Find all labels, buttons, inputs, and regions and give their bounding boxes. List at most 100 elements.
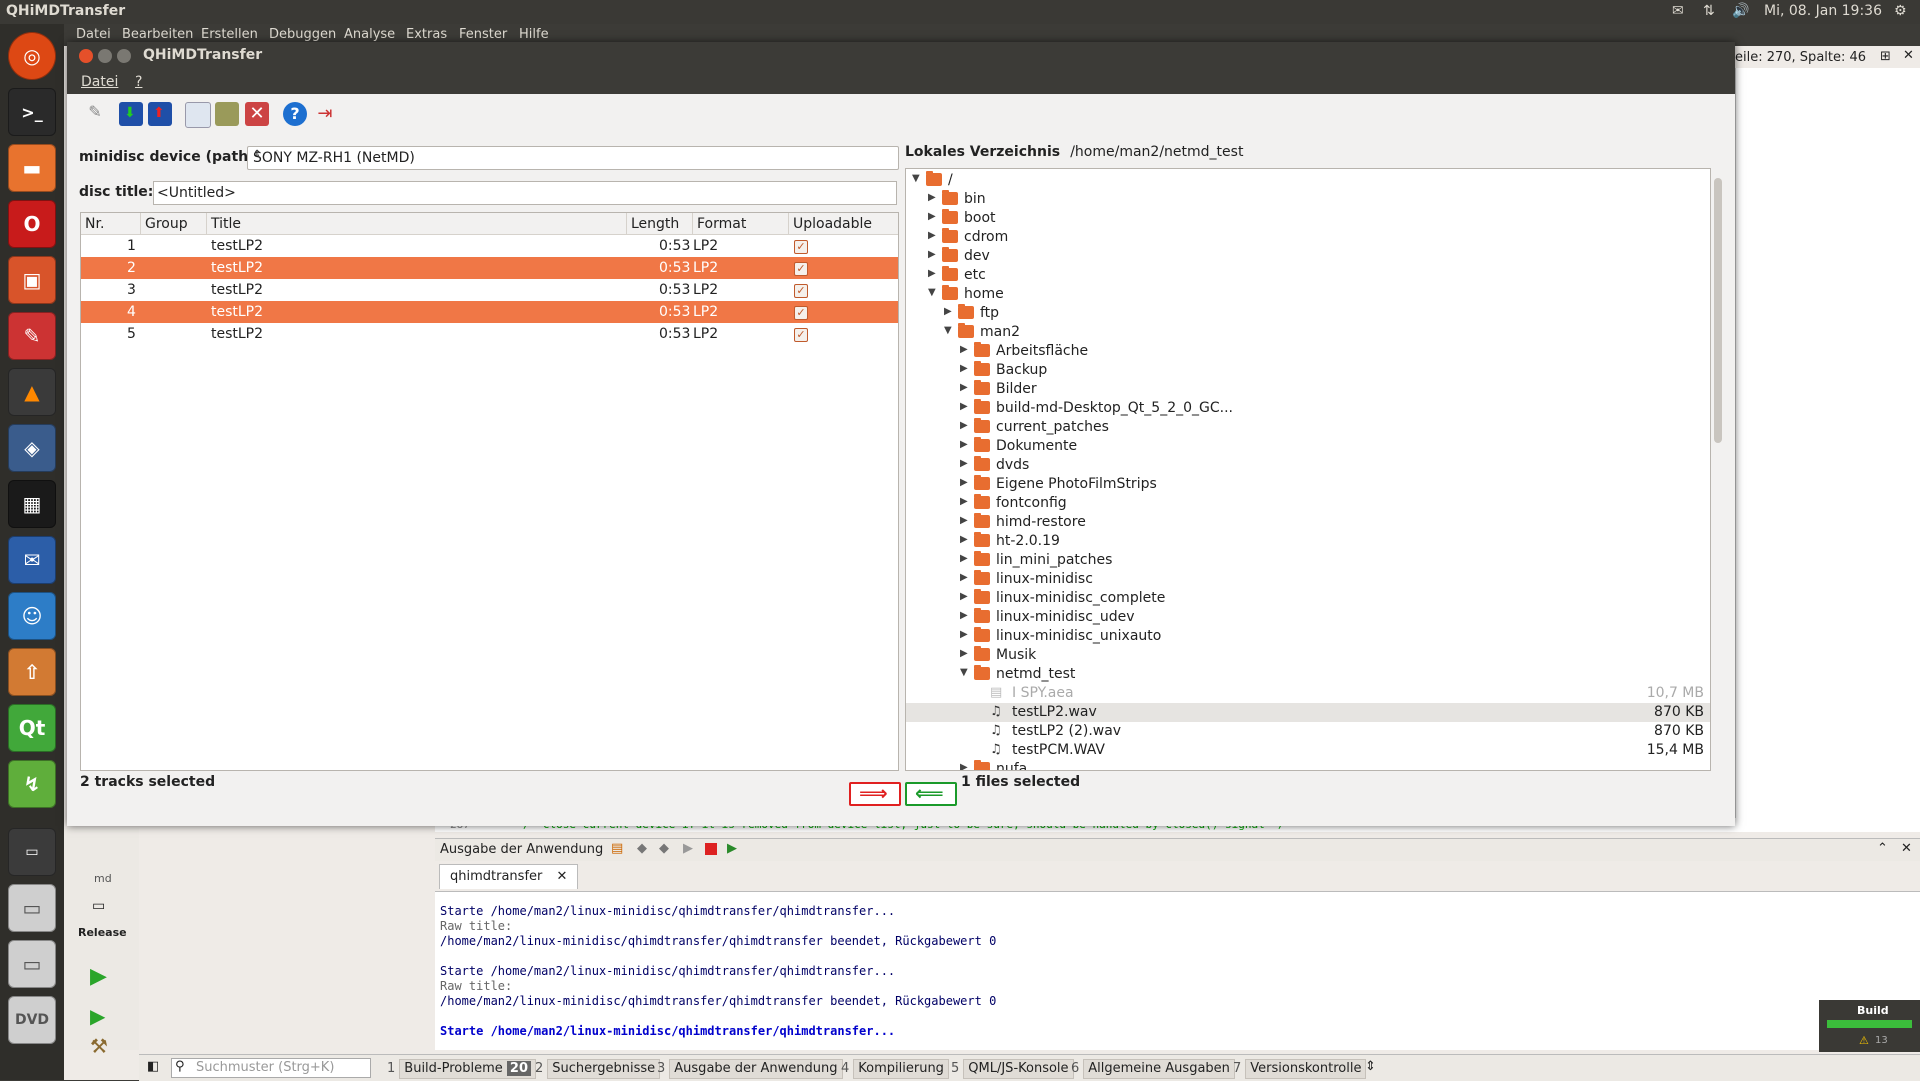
chevron-right-icon[interactable]: ▶ [960,553,968,564]
play-icon[interactable]: ▶ [683,841,693,856]
drive2-icon[interactable]: ▭ [8,940,56,988]
chevron-right-icon[interactable]: ▶ [960,648,968,659]
tree-item[interactable]: ▼ / [906,171,1710,190]
tree-item[interactable]: ▶ Arbeitsfläche [906,342,1710,361]
prev-icon[interactable]: ◆ [637,841,647,856]
col-title[interactable]: Title [207,213,627,235]
tree-item[interactable]: ▶ linux-minidisc_complete [906,589,1710,608]
maximize-window-icon[interactable] [117,49,131,63]
chevron-right-icon[interactable]: ▶ [960,477,968,488]
status-tab-compile[interactable]: 4 Kompilierung [837,1059,949,1079]
status-tab-vcs[interactable]: 7 Versionskontrolle [1229,1059,1367,1079]
col-format[interactable]: Format [693,213,789,235]
chevron-right-icon[interactable]: ▶ [960,382,968,393]
status-tab-general[interactable]: 6 Allgemeine Ausgaben [1067,1059,1235,1079]
stop-icon[interactable] [705,843,717,855]
chevron-right-icon[interactable]: ▶ [928,211,936,222]
disc-info-icon[interactable] [185,102,211,128]
download-icon[interactable]: ⬇ [119,102,143,126]
qtc-menu-fenster[interactable]: Fenster [459,27,507,42]
volume-icon[interactable]: 🔊 [1732,3,1749,19]
thunderbird-icon[interactable]: ✉ [8,536,56,584]
tree-item[interactable]: ▶ ftp [906,304,1710,323]
chevron-right-icon[interactable]: ▶ [960,401,968,412]
tree-item[interactable]: ▶ boot [906,209,1710,228]
chevron-right-icon[interactable]: ▶ [960,572,968,583]
virtualbox-icon[interactable]: ◈ [8,424,56,472]
chevron-right-icon[interactable]: ▶ [960,762,968,770]
close-editor-icon[interactable]: ✕ [1903,48,1914,63]
uploadable-checkbox[interactable]: ✓ [794,262,808,276]
tree-item[interactable]: ▶ linux-minidisc [906,570,1710,589]
quit-icon[interactable]: ⇥ [313,102,337,126]
upload-arrow-button[interactable]: ⟹ [849,781,901,806]
maximize-icon[interactable]: ⌃ [1877,841,1888,856]
settings-icon[interactable]: ✎ [8,312,56,360]
ubuntu-dash-icon[interactable]: ◎ [8,32,56,80]
tree-item[interactable]: ♫ testPCM.WAV 15,4 MB [906,741,1710,760]
qtc-menu-datei[interactable]: Datei [76,27,111,42]
qtc-menu-extras[interactable]: Extras [406,27,447,42]
dvd-icon[interactable]: DVD [8,996,56,1044]
uploadable-checkbox[interactable]: ✓ [794,240,808,254]
delete-icon[interactable]: ✕ [245,102,269,126]
col-uploadable[interactable]: Uploadable [789,213,898,235]
tree-item[interactable]: ▤ I SPY.aea 10,7 MB [906,684,1710,703]
table-row[interactable]: 2 testLP2 0:53 LP2 ✓ [81,257,898,279]
tree-item[interactable]: ▶ dvds [906,456,1710,475]
tree-scrollbar[interactable] [1712,168,1724,769]
chevron-right-icon[interactable]: ▶ [960,439,968,450]
menu-help[interactable]: ? [135,74,142,90]
qtc-menu-debuggen[interactable]: Debuggen [269,27,336,42]
qtc-menu-analyse[interactable]: Analyse [344,27,395,42]
chevron-right-icon[interactable]: ▶ [960,591,968,602]
next-icon[interactable]: ◆ [659,841,669,856]
workspace-switcher-icon[interactable]: ▭ [8,828,56,876]
table-row[interactable]: 4 testLP2 0:53 LP2 ✓ [81,301,898,323]
tree-item[interactable]: ▶ etc [906,266,1710,285]
drive-icon[interactable]: ▭ [8,884,56,932]
tree-item[interactable]: ▶ Bilder [906,380,1710,399]
chevron-right-icon[interactable]: ▶ [944,306,952,317]
tree-item[interactable]: ▼ man2 [906,323,1710,342]
chevron-right-icon[interactable]: ▶ [960,344,968,355]
table-row[interactable]: 3 testLP2 0:53 LP2 ✓ [81,279,898,301]
disc-title-input[interactable]: <Untitled> [153,181,897,205]
qtc-menu-bearbeiten[interactable]: Bearbeiten [122,27,193,42]
tree-item[interactable]: ▶ build-md-Desktop_Qt_5_2_0_GC... [906,399,1710,418]
tree-item[interactable]: ♫ testLP2 (2).wav 870 KB [906,722,1710,741]
uploadable-checkbox[interactable]: ✓ [794,284,808,298]
tree-item[interactable]: ▶ fontconfig [906,494,1710,513]
chevron-down-icon[interactable]: ▼ [912,173,920,184]
tree-item[interactable]: ▼ home [906,285,1710,304]
more-tabs-icon[interactable]: ⇕ [1365,1059,1376,1074]
rerun-icon[interactable]: ▤ [611,841,623,856]
minimize-window-icon[interactable] [98,49,112,63]
opera-icon[interactable]: O [8,200,56,248]
sidebar-toggle-icon[interactable]: ◧ [147,1059,159,1074]
track-table[interactable]: Nr. Group Title Length Format Uploadable… [80,212,899,771]
chevron-right-icon[interactable]: ▶ [928,268,936,279]
attach-icon[interactable]: ▶ [727,841,737,856]
close-output-icon[interactable]: ✕ [1901,841,1912,856]
tree-item[interactable]: ▶ dev [906,247,1710,266]
chevron-right-icon[interactable]: ▶ [960,610,968,621]
tree-item[interactable]: ▶ Musik [906,646,1710,665]
split-icon[interactable]: ⊞ [1880,49,1891,64]
tree-item[interactable]: ▶ ht-2.0.19 [906,532,1710,551]
table-row[interactable]: 5 testLP2 0:53 LP2 ✓ [81,323,898,345]
col-length[interactable]: Length [627,213,693,235]
network-icon[interactable]: ⇅ [1703,3,1715,19]
build-progress[interactable]: Build ⚠ 13 [1819,1000,1920,1052]
run-icon[interactable]: ▶ [90,964,107,989]
tree-item[interactable]: ▶ Dokumente [906,437,1710,456]
status-tab-build-problems[interactable]: 1 Build-Probleme 20 [383,1059,536,1079]
status-tab-qml-console[interactable]: 5 QML/JS-Konsole [947,1059,1074,1079]
chevron-right-icon[interactable]: ▶ [960,534,968,545]
tree-item[interactable]: ▶ bin [906,190,1710,209]
gear-icon[interactable]: ⚙ [1894,3,1907,19]
terminal-icon[interactable]: >_ [8,88,56,136]
code-editor[interactable] [1735,68,1920,828]
tree-item[interactable]: ▶ cdrom [906,228,1710,247]
uploadable-checkbox[interactable]: ✓ [794,306,808,320]
